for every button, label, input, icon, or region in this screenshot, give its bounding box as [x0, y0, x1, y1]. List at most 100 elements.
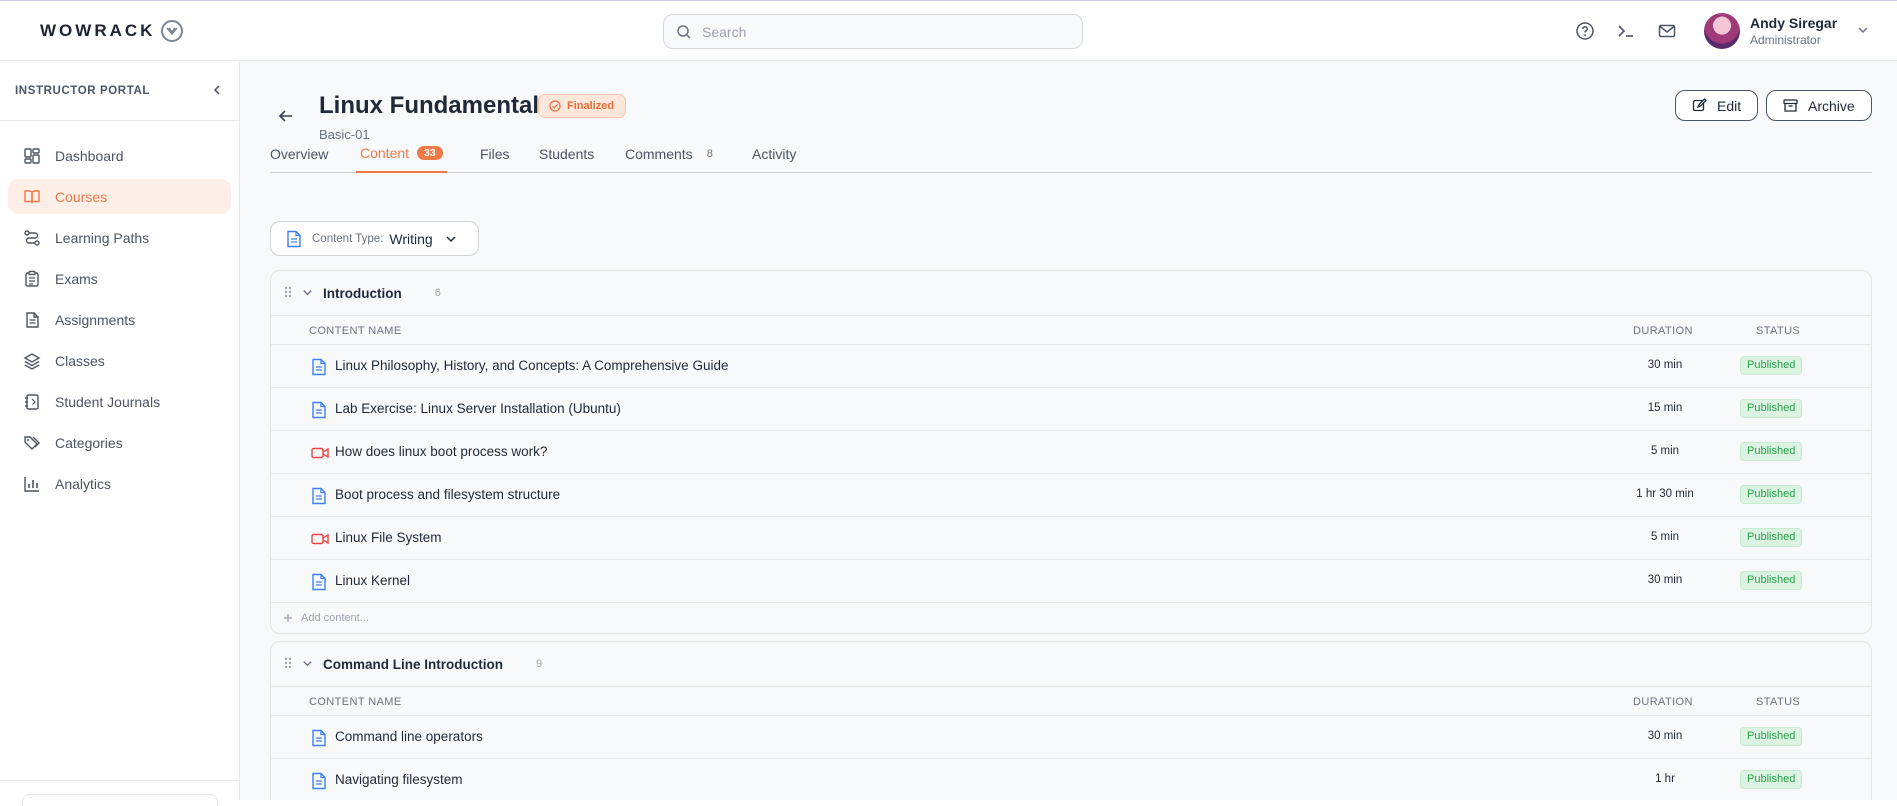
- content-name[interactable]: Lab Exercise: Linux Server Installation …: [335, 401, 621, 416]
- chevron-down-icon[interactable]: [302, 285, 313, 301]
- add-content-button[interactable]: Add content...: [271, 603, 1871, 633]
- column-duration: DURATION: [1633, 696, 1693, 708]
- section-header[interactable]: Introduction 6: [271, 271, 1871, 315]
- content-name[interactable]: Linux Philosophy, History, and Concepts:…: [335, 358, 728, 373]
- main-content: Linux Fundamental Finalized Basic-01 Edi…: [240, 61, 1897, 800]
- table-row[interactable]: Linux Kernel 30 min Published: [271, 560, 1871, 603]
- sidebar-item-classes[interactable]: Classes: [8, 343, 231, 378]
- book-icon: [24, 189, 40, 203]
- chevron-down-icon[interactable]: [302, 656, 313, 672]
- document-icon: [26, 311, 39, 328]
- content-duration: 15 min: [1647, 402, 1683, 414]
- tab-label: Comments: [625, 146, 693, 162]
- sidebar-item-assignments[interactable]: Assignments: [8, 302, 231, 337]
- drag-handle-icon[interactable]: [283, 285, 293, 302]
- terminal-icon[interactable]: [1615, 20, 1637, 42]
- page-title: Linux Fundamental: [319, 92, 540, 119]
- sidebar-item-courses[interactable]: Courses: [8, 179, 231, 214]
- sidebar-item-categories[interactable]: Categories: [8, 425, 231, 460]
- content-name[interactable]: Linux File System: [335, 530, 442, 545]
- tab-count-badge: 33: [417, 146, 443, 160]
- sidebar-item-analytics[interactable]: Analytics: [8, 466, 231, 501]
- document-icon: [311, 573, 327, 594]
- drag-handle-icon[interactable]: [283, 656, 293, 673]
- route-icon: [24, 229, 40, 246]
- sidebar-item-label: Classes: [55, 352, 105, 369]
- column-content-name: CONTENT NAME: [309, 325, 402, 337]
- table-row[interactable]: Linux File System 5 min Published: [271, 517, 1871, 560]
- tab-label: Overview: [270, 146, 329, 162]
- check-circle-icon: [549, 100, 561, 112]
- content-duration: 5 min: [1650, 445, 1680, 457]
- collapse-sidebar-icon[interactable]: [211, 83, 223, 99]
- sidebar-item-label: Exams: [55, 270, 98, 287]
- archive-button-label: Archive: [1808, 97, 1855, 114]
- document-icon: [311, 358, 327, 379]
- content-name[interactable]: Command line operators: [335, 729, 483, 744]
- sidebar-item-student-journals[interactable]: Student Journals: [8, 384, 231, 419]
- layers-icon: [23, 352, 41, 370]
- sidebar-footer: [0, 780, 239, 806]
- video-icon: [311, 444, 329, 465]
- status-badge: Published: [1740, 770, 1803, 789]
- tab-bar: Overview Content 33 Files Students Comme…: [270, 135, 1872, 173]
- mail-icon[interactable]: [1656, 20, 1678, 42]
- document-icon: [311, 487, 327, 508]
- content-name[interactable]: Navigating filesystem: [335, 772, 463, 787]
- sidebar-item-exams[interactable]: Exams: [8, 261, 231, 296]
- notebook-icon: [25, 393, 39, 410]
- column-duration: DURATION: [1633, 325, 1693, 337]
- content-type-filter[interactable]: Content Type: Writing: [270, 221, 479, 256]
- tab-content[interactable]: Content 33: [356, 135, 447, 173]
- table-row[interactable]: Boot process and filesystem structure 1 …: [271, 474, 1871, 517]
- status-badge: Published: [1740, 485, 1803, 504]
- content-duration: 1 hr 30 min: [1636, 488, 1694, 500]
- logo[interactable]: WOWRACK: [40, 20, 184, 42]
- edit-button[interactable]: Edit: [1675, 90, 1758, 121]
- avatar: [1704, 13, 1740, 49]
- section-count: 9: [536, 658, 543, 670]
- content-name[interactable]: How does linux boot process work?: [335, 444, 547, 459]
- tab-label: Activity: [752, 146, 797, 162]
- search-bar[interactable]: [663, 14, 1083, 49]
- video-icon: [311, 530, 329, 551]
- column-status: STATUS: [1756, 696, 1801, 708]
- archive-button[interactable]: Archive: [1766, 90, 1872, 121]
- sidebar-item-label: Categories: [55, 434, 123, 451]
- content-name[interactable]: Linux Kernel: [335, 573, 410, 588]
- user-role: Administrator: [1750, 33, 1821, 47]
- user-name: Andy Siregar: [1750, 15, 1838, 31]
- filter-value: Writing: [389, 230, 433, 247]
- sidebar-footer-card: [22, 794, 218, 806]
- table-row[interactable]: Linux Philosophy, History, and Concepts:…: [271, 345, 1871, 388]
- table-row[interactable]: Lab Exercise: Linux Server Installation …: [271, 388, 1871, 431]
- status-badge: Published: [1740, 356, 1803, 375]
- tab-overview[interactable]: Overview: [270, 135, 328, 173]
- tab-comments[interactable]: Comments 8: [625, 135, 713, 173]
- content-duration: 30 min: [1647, 730, 1683, 742]
- archive-icon: [1783, 99, 1798, 112]
- clipboard-icon: [25, 270, 39, 287]
- section-header[interactable]: Command Line Introduction 9: [271, 642, 1871, 686]
- status-badge-label: Finalized: [567, 100, 615, 112]
- edit-button-label: Edit: [1717, 97, 1742, 114]
- help-icon[interactable]: [1574, 20, 1596, 42]
- portal-title: INSTRUCTOR PORTAL: [15, 84, 150, 97]
- user-menu[interactable]: Andy Siregar Administrator: [1704, 13, 1869, 49]
- table-row[interactable]: Navigating filesystem 1 hr Published: [271, 759, 1871, 800]
- tab-activity[interactable]: Activity: [752, 135, 796, 173]
- status-badge: Published: [1740, 571, 1803, 590]
- sidebar-item-learning-paths[interactable]: Learning Paths: [8, 220, 231, 255]
- table-row[interactable]: Command line operators 30 min Published: [271, 716, 1871, 759]
- chevron-down-icon: [446, 235, 456, 242]
- tab-students[interactable]: Students: [539, 135, 594, 173]
- sidebar: INSTRUCTOR PORTAL Dashboard Courses Lear…: [0, 61, 240, 806]
- content-name[interactable]: Boot process and filesystem structure: [335, 487, 560, 502]
- section-title: Introduction: [323, 285, 402, 301]
- sidebar-item-dashboard[interactable]: Dashboard: [8, 138, 231, 173]
- document-icon: [311, 772, 327, 793]
- search-input[interactable]: [702, 23, 1062, 40]
- back-arrow-icon[interactable]: [278, 108, 294, 127]
- table-row[interactable]: How does linux boot process work? 5 min …: [271, 431, 1871, 474]
- tab-files[interactable]: Files: [480, 135, 510, 173]
